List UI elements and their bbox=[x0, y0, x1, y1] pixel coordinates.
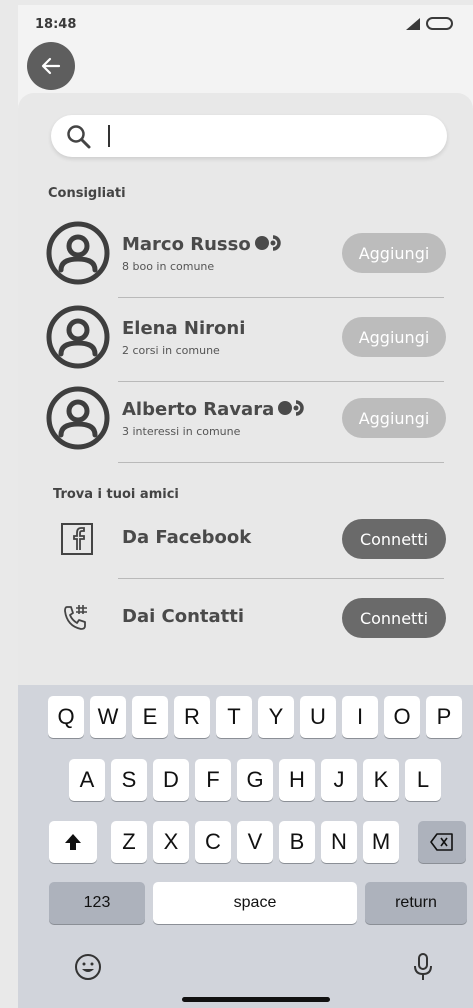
suggestion-row: Elena Nironi 2 corsi in comune Aggiungi bbox=[18, 301, 473, 382]
key-g[interactable]: G bbox=[237, 759, 273, 801]
key-f[interactable]: F bbox=[195, 759, 231, 801]
key-h[interactable]: H bbox=[279, 759, 315, 801]
boo-badge-icon bbox=[254, 234, 287, 256]
microphone-icon[interactable] bbox=[412, 952, 434, 982]
key-x[interactable]: X bbox=[153, 821, 189, 863]
key-e[interactable]: E bbox=[132, 696, 168, 738]
return-key[interactable]: return bbox=[365, 882, 467, 924]
key-k[interactable]: K bbox=[363, 759, 399, 801]
avatar bbox=[46, 305, 110, 369]
key-n[interactable]: N bbox=[321, 821, 357, 863]
add-friend-button[interactable]: Aggiungi bbox=[342, 233, 446, 273]
key-t[interactable]: T bbox=[216, 696, 252, 738]
key-c[interactable]: C bbox=[195, 821, 231, 863]
connect-button[interactable]: Connetti bbox=[342, 598, 446, 638]
key-b[interactable]: B bbox=[279, 821, 315, 863]
key-s[interactable]: S bbox=[111, 759, 147, 801]
keyboard: QWERTYUIOP ASDFGHJKL ZXCVBNM 123 space r… bbox=[18, 685, 473, 1008]
key-l[interactable]: L bbox=[405, 759, 441, 801]
avatar bbox=[46, 221, 110, 285]
keyboard-row-2: ASDFGHJKL bbox=[18, 759, 473, 801]
phone-contacts-icon bbox=[60, 601, 94, 639]
suggestion-name-text: Elena Nironi bbox=[122, 318, 246, 339]
row-divider bbox=[118, 297, 444, 298]
keyboard-row-3: ZXCVBNM bbox=[18, 821, 473, 863]
connect-button[interactable]: Connetti bbox=[342, 519, 446, 559]
key-y[interactable]: Y bbox=[258, 696, 294, 738]
suggestion-subtitle: 8 boo in comune bbox=[122, 260, 215, 273]
avatar bbox=[46, 386, 110, 450]
friend-source-row: Dai Contatti Connetti bbox=[18, 596, 473, 672]
search-input[interactable] bbox=[51, 115, 447, 157]
add-friend-button[interactable]: Aggiungi bbox=[342, 398, 446, 438]
suggestion-name: Marco Russo bbox=[122, 234, 287, 256]
key-a[interactable]: A bbox=[69, 759, 105, 801]
key-m[interactable]: M bbox=[363, 821, 399, 863]
suggestion-name-text: Alberto Ravara bbox=[122, 399, 275, 420]
shift-key[interactable] bbox=[49, 821, 97, 863]
suggestion-subtitle: 2 corsi in comune bbox=[122, 344, 220, 357]
shift-icon bbox=[65, 834, 81, 850]
suggestion-name: Alberto Ravara bbox=[122, 399, 310, 421]
key-q[interactable]: Q bbox=[48, 696, 84, 738]
key-d[interactable]: D bbox=[153, 759, 189, 801]
key-p[interactable]: P bbox=[426, 696, 462, 738]
suggestion-subtitle: 3 interessi in comune bbox=[122, 425, 241, 438]
section-find-friends-title: Trova i tuoi amici bbox=[53, 487, 179, 502]
suggestion-row: Alberto Ravara 3 interessi in comune Aggiu… bbox=[18, 382, 473, 463]
suggestion-row: Marco Russo 8 boo in comune Aggiungi bbox=[18, 217, 473, 298]
suggestion-name: Elena Nironi bbox=[122, 318, 245, 339]
signal-icon bbox=[406, 18, 420, 30]
backspace-icon bbox=[430, 833, 453, 851]
keyboard-row-1: QWERTYUIOP bbox=[18, 696, 473, 738]
content-sheet: Consigliati Marco Russo 8 boo in comune Ag… bbox=[18, 93, 473, 713]
search-icon bbox=[67, 125, 91, 149]
row-divider bbox=[118, 462, 444, 463]
home-indicator bbox=[182, 997, 330, 1002]
battery-icon bbox=[426, 17, 453, 30]
arrow-left-icon bbox=[41, 57, 61, 75]
friend-source-row: Da Facebook Connetti bbox=[18, 517, 473, 593]
suggestion-name-text: Marco Russo bbox=[122, 234, 251, 255]
status-time: 18:48 bbox=[35, 17, 77, 32]
section-suggested-title: Consigliati bbox=[48, 186, 126, 201]
row-divider bbox=[118, 578, 444, 579]
phone-screen: 18:48 Consigliati Marco Russo 8 boo in co… bbox=[18, 5, 473, 1008]
friend-source-label: Da Facebook bbox=[122, 527, 252, 548]
text-cursor bbox=[108, 125, 110, 147]
friend-source-label: Dai Contatti bbox=[122, 606, 245, 627]
facebook-icon bbox=[60, 522, 94, 560]
key-v[interactable]: V bbox=[237, 821, 273, 863]
backspace-key[interactable] bbox=[418, 821, 466, 863]
back-button[interactable] bbox=[27, 42, 75, 90]
add-friend-button[interactable]: Aggiungi bbox=[342, 317, 446, 357]
space-key[interactable]: space bbox=[153, 882, 357, 924]
numbers-key[interactable]: 123 bbox=[49, 882, 145, 924]
status-bar: 18:48 bbox=[18, 5, 473, 45]
keyboard-row-4: 123 space return bbox=[18, 882, 473, 924]
key-z[interactable]: Z bbox=[111, 821, 147, 863]
key-j[interactable]: J bbox=[321, 759, 357, 801]
key-i[interactable]: I bbox=[342, 696, 378, 738]
key-u[interactable]: U bbox=[300, 696, 336, 738]
boo-badge-icon bbox=[278, 399, 310, 421]
key-o[interactable]: O bbox=[384, 696, 420, 738]
key-w[interactable]: W bbox=[90, 696, 126, 738]
emoji-icon[interactable] bbox=[73, 952, 103, 982]
key-r[interactable]: R bbox=[174, 696, 210, 738]
